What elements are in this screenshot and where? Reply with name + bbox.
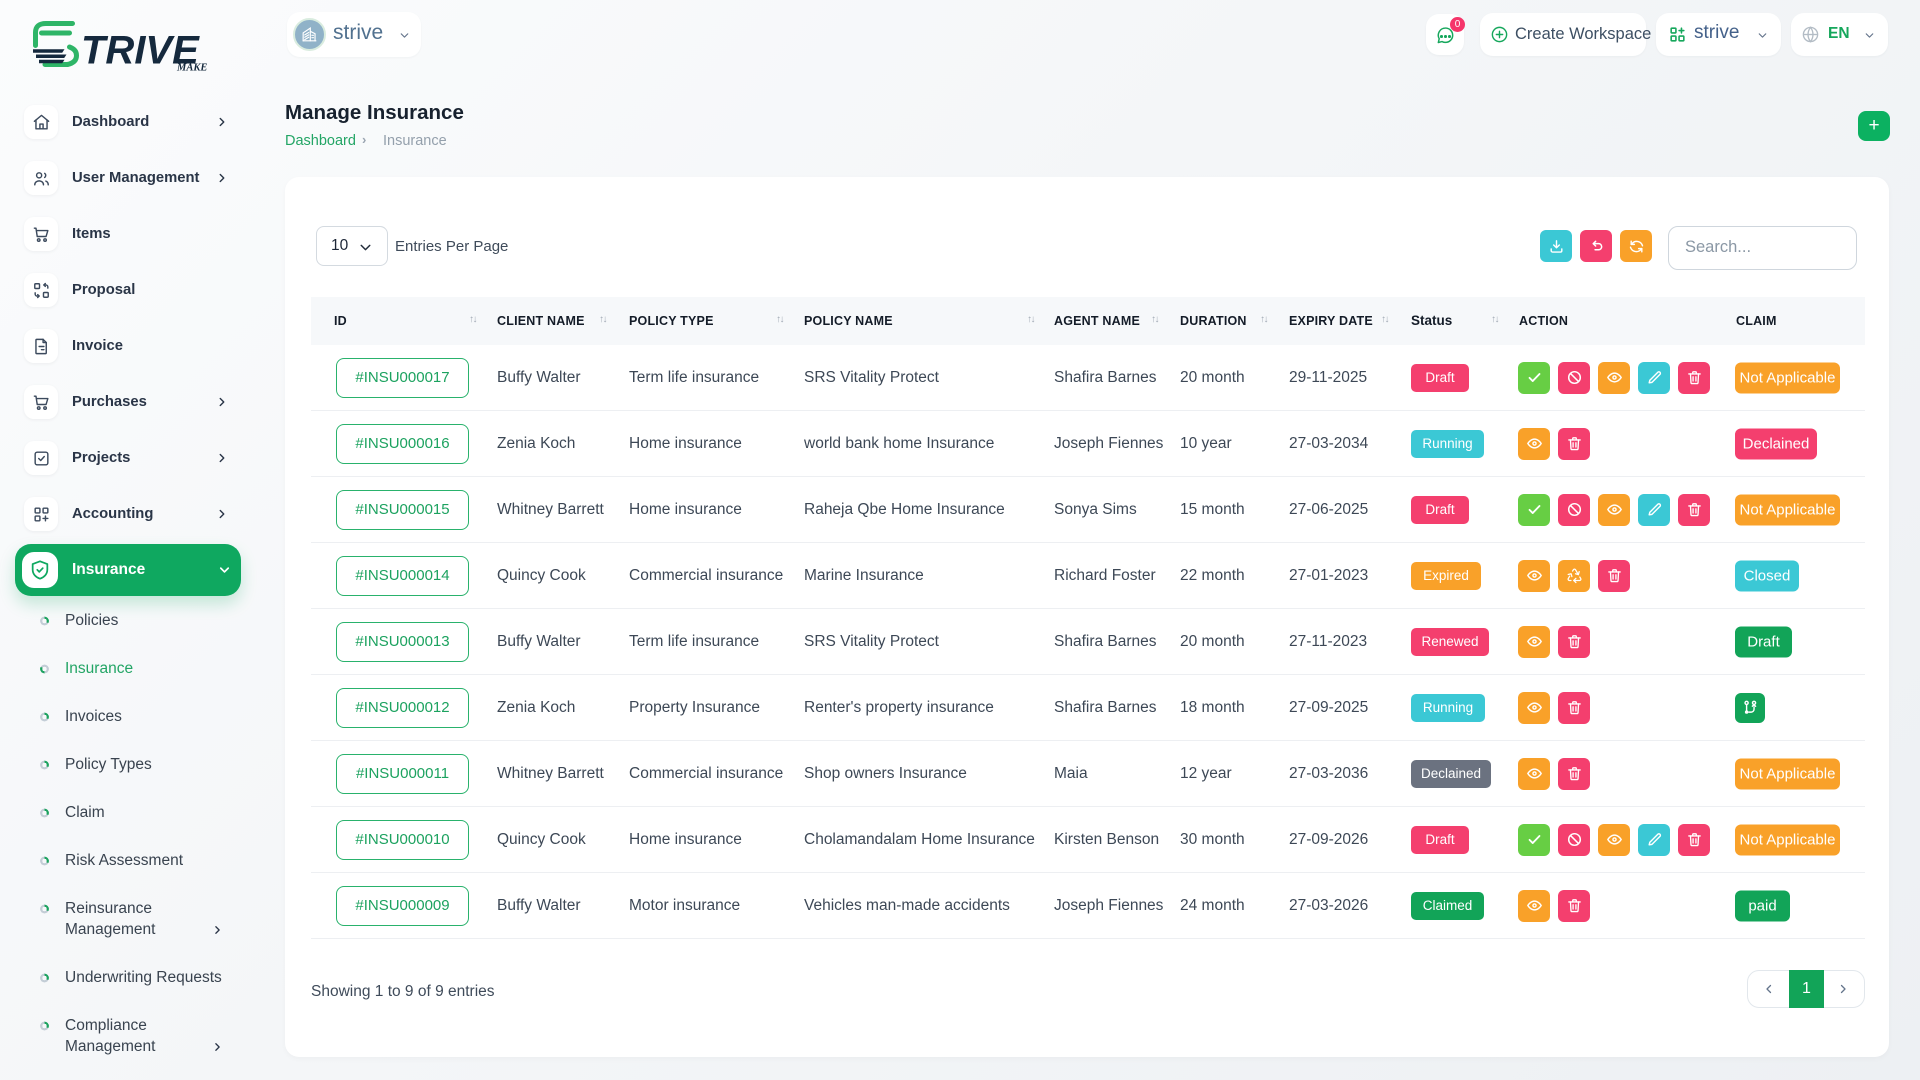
svg-text:MAKE: MAKE (176, 63, 207, 74)
